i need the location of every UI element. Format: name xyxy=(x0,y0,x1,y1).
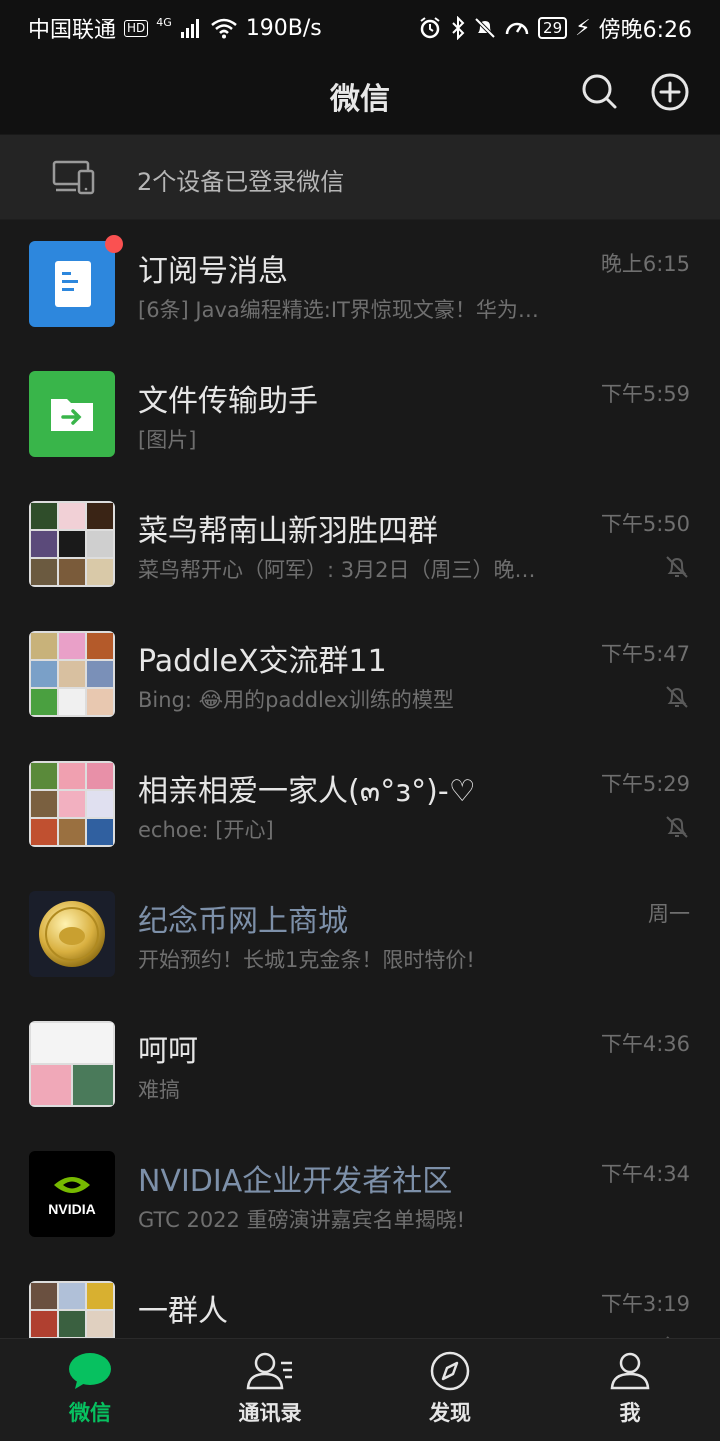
nvidia-logo-icon: NVIDIA xyxy=(48,1177,96,1217)
chat-time: 周一 xyxy=(648,902,690,926)
battery-indicator: 29 xyxy=(538,17,568,39)
tab-label: 我 xyxy=(619,1401,641,1425)
chat-name: 菜鸟帮南山新羽胜四群 xyxy=(138,514,438,549)
avatar: NVIDIA xyxy=(29,1151,115,1237)
chat-preview: [6条] Java编程精选:IT界惊现文豪！华为… xyxy=(138,298,539,322)
compass-icon xyxy=(430,1351,470,1391)
status-left: 中国联通 HD 4G 190B/s xyxy=(28,12,322,44)
chat-time: 下午5:47 xyxy=(600,642,690,666)
carrier-label: 中国联通 xyxy=(28,18,117,43)
chat-preview: 难搞 xyxy=(138,1078,180,1102)
chat-list: 订阅号消息 [6条] Java编程精选:IT界惊现文豪！华为… 晚上6:15 文… xyxy=(0,220,720,1338)
group-avatar xyxy=(29,761,115,847)
charging-icon: ⚡ xyxy=(575,15,591,41)
speedometer-icon xyxy=(505,22,529,35)
wifi-icon xyxy=(211,18,237,39)
svg-text:NVIDIA: NVIDIA xyxy=(48,1201,95,1217)
chat-name: PaddleX交流群11 xyxy=(138,644,387,679)
contacts-icon xyxy=(246,1352,292,1390)
group-avatar xyxy=(29,1281,115,1338)
plus-circle-icon[interactable] xyxy=(650,72,690,112)
mute-bell-icon xyxy=(666,686,688,708)
mute-bell-icon xyxy=(666,556,688,578)
chat-preview: [图片] xyxy=(138,428,197,452)
chat-preview: GTC 2022 重磅演讲嘉宾名单揭晓! xyxy=(138,1208,465,1232)
unread-dot xyxy=(105,235,123,253)
tab-label: 通讯录 xyxy=(238,1401,302,1425)
chat-name: 订阅号消息 xyxy=(138,254,288,289)
devices-icon xyxy=(52,160,95,195)
tab-me[interactable]: 我 xyxy=(540,1351,720,1427)
chat-name: NVIDIA企业开发者社区 xyxy=(138,1164,453,1199)
chat-row[interactable]: 呵呵 难搞 下午4:36 xyxy=(0,1000,720,1130)
chat-name: 相亲相爱一家人(๓°з°)-♡ xyxy=(138,774,476,809)
chat-preview: echoe: [开心] xyxy=(138,818,274,842)
tab-discover[interactable]: 发现 xyxy=(360,1351,540,1427)
chat-name: 一群人 xyxy=(138,1294,228,1329)
chat-time: 下午4:34 xyxy=(600,1162,690,1186)
avatar xyxy=(29,891,115,977)
hd-badge: HD xyxy=(124,19,149,37)
top-nav: 微信 xyxy=(0,52,720,134)
chat-time: 晚上6:15 xyxy=(600,252,690,276)
chat-row[interactable]: 订阅号消息 [6条] Java编程精选:IT界惊现文豪！华为… 晚上6:15 xyxy=(0,220,720,350)
chat-row[interactable]: NVIDIA NVIDIA企业开发者社区 GTC 2022 重磅演讲嘉宾名单揭晓… xyxy=(0,1130,720,1260)
status-right: 29 ⚡ 傍晚6:26 xyxy=(418,12,692,44)
alarm-icon xyxy=(420,17,440,39)
search-icon[interactable] xyxy=(580,72,618,110)
gold-coin-icon xyxy=(39,901,105,967)
chat-row[interactable]: 一群人 下午3:19 xyxy=(0,1260,720,1338)
tab-label: 微信 xyxy=(69,1401,111,1425)
chat-time: 下午5:59 xyxy=(600,382,690,406)
devices-banner-text: 2个设备已登录微信 xyxy=(137,168,345,196)
chat-preview: 开始预约！长城1克金条！限时特价! xyxy=(138,948,475,972)
chat-row[interactable]: 文件传输助手 [图片] 下午5:59 xyxy=(0,350,720,480)
person-icon xyxy=(610,1352,650,1390)
signal-icon xyxy=(180,19,199,38)
chat-time: 下午4:36 xyxy=(600,1032,690,1056)
bottom-tab-bar: 微信 通讯录 发现 我 xyxy=(0,1338,720,1441)
status-bar: 中国联通 HD 4G 190B/s 29 ⚡ 傍晚6:26 xyxy=(0,0,720,52)
clock: 傍晚6:26 xyxy=(598,18,692,43)
mute-bell-icon xyxy=(474,17,496,39)
devices-banner[interactable]: 2个设备已登录微信 xyxy=(0,135,720,220)
group-avatar xyxy=(29,501,115,587)
mute-bell-icon xyxy=(666,816,688,838)
tab-label: 发现 xyxy=(429,1401,471,1425)
chat-name: 纪念币网上商城 xyxy=(138,904,348,939)
chat-row[interactable]: PaddleX交流群11 Bing: 😂用的paddlex训练的模型 下午5:4… xyxy=(0,610,720,740)
chat-row[interactable]: 菜鸟帮南山新羽胜四群 菜鸟帮开心（阿军）: 3月2日（周三）晚… 下午5:50 xyxy=(0,480,720,610)
chat-time: 下午5:29 xyxy=(600,772,690,796)
chat-row[interactable]: 纪念币网上商城 开始预约！长城1克金条！限时特价! 周一 xyxy=(0,870,720,1000)
bluetooth-icon xyxy=(452,16,465,40)
subscription-doc-icon xyxy=(55,261,91,307)
chat-time: 下午3:19 xyxy=(600,1292,690,1316)
avatar xyxy=(29,241,115,327)
chat-name: 呵呵 xyxy=(138,1034,198,1069)
chat-preview: Bing: 😂用的paddlex训练的模型 xyxy=(138,688,454,712)
chat-time: 下午5:50 xyxy=(600,512,690,536)
avatar xyxy=(29,371,115,457)
network-type: 4G xyxy=(156,15,172,29)
chat-preview: 菜鸟帮开心（阿军）: 3月2日（周三）晚… xyxy=(138,558,536,582)
chat-row[interactable]: 相亲相爱一家人(๓°з°)-♡ echoe: [开心] 下午5:29 xyxy=(0,740,720,870)
tab-contacts[interactable]: 通讯录 xyxy=(180,1351,360,1427)
chat-bubble-icon xyxy=(69,1353,111,1389)
tab-chats[interactable]: 微信 xyxy=(0,1351,180,1427)
chat-name: 文件传输助手 xyxy=(138,384,318,419)
network-speed: 190B/s xyxy=(245,15,322,41)
group-avatar xyxy=(29,631,115,717)
file-transfer-icon xyxy=(51,399,93,431)
group-avatar xyxy=(29,1021,115,1107)
